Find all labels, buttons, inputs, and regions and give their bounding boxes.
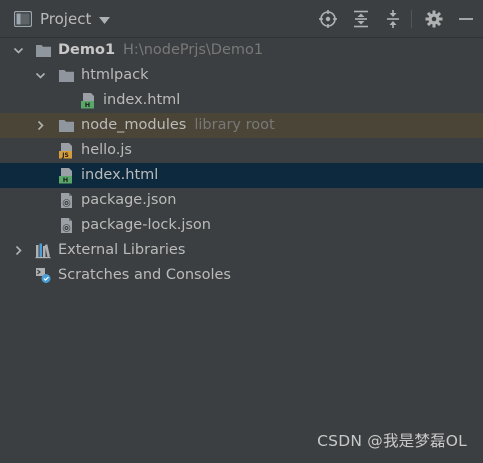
gear-icon[interactable] — [424, 9, 444, 29]
tree-item-external-libraries[interactable]: External Libraries — [0, 238, 483, 263]
minimize-icon[interactable] — [456, 9, 476, 29]
html-file-icon: H — [81, 93, 94, 109]
expand-all-icon[interactable] — [351, 9, 371, 29]
chevron-right-icon[interactable] — [35, 120, 46, 131]
tree-item-label: node_modules — [81, 117, 187, 133]
folder-icon — [59, 120, 74, 132]
tree-item-label: index.html — [103, 92, 181, 108]
root-path: H:\nodePrjs\Demo1 — [123, 42, 264, 58]
collapse-all-icon[interactable] — [383, 9, 403, 29]
tree-item-node-modules[interactable]: node_modules library root — [0, 113, 483, 138]
tree-item-label: hello.js — [81, 142, 132, 158]
tree-item-htmlpack-index[interactable]: H index.html — [0, 88, 483, 113]
library-root-hint: library root — [194, 117, 275, 133]
chevron-down-icon[interactable] — [35, 70, 46, 81]
tree-item-htmlpack[interactable]: htmlpack — [0, 63, 483, 88]
locate-icon[interactable] — [318, 9, 338, 29]
project-panel-title: Project — [40, 10, 92, 28]
tree-item-demo1[interactable]: Demo1 H:\nodePrjs\Demo1 — [0, 38, 483, 63]
tree-item-label: Demo1 — [58, 42, 116, 58]
html-file-icon: H — [59, 168, 72, 184]
tree-item-label: package-lock.json — [81, 217, 211, 233]
chevron-down-icon[interactable] — [13, 45, 24, 56]
project-toolbar: Project — [0, 0, 483, 38]
chevron-down-icon[interactable] — [99, 16, 111, 24]
svg-text:H: H — [63, 176, 68, 184]
watermark: CSDN @我是梦磊OL — [317, 432, 467, 450]
tree-item-package-json[interactable]: package.json — [0, 188, 483, 213]
tree-item-scratches-consoles[interactable]: Scratches and Consoles — [0, 263, 483, 288]
tree-item-label: index.html — [81, 167, 159, 183]
tree-item-label: package.json — [81, 192, 177, 208]
tree-item-package-lock-json[interactable]: package-lock.json — [0, 213, 483, 238]
tree-item-label: htmlpack — [81, 67, 149, 83]
chevron-right-icon[interactable] — [13, 245, 24, 256]
json-file-icon — [61, 218, 72, 233]
tree-item-label: Scratches and Consoles — [58, 267, 231, 283]
js-file-icon: JS — [59, 143, 72, 159]
scratches-icon — [36, 268, 51, 283]
svg-text:JS: JS — [61, 152, 69, 159]
tree-item-label: External Libraries — [58, 242, 186, 258]
folder-icon — [36, 45, 51, 57]
toolbar-separator — [411, 10, 412, 28]
project-view-selector[interactable]: Project — [14, 0, 111, 38]
tree-item-hello-js[interactable]: JS hello.js — [0, 138, 483, 163]
library-icon — [35, 243, 51, 259]
json-file-icon — [61, 193, 72, 208]
tree-item-index-html[interactable]: H index.html — [0, 163, 483, 188]
folder-icon — [59, 70, 74, 82]
svg-text:H: H — [85, 101, 90, 109]
project-panel-icon — [14, 11, 32, 27]
